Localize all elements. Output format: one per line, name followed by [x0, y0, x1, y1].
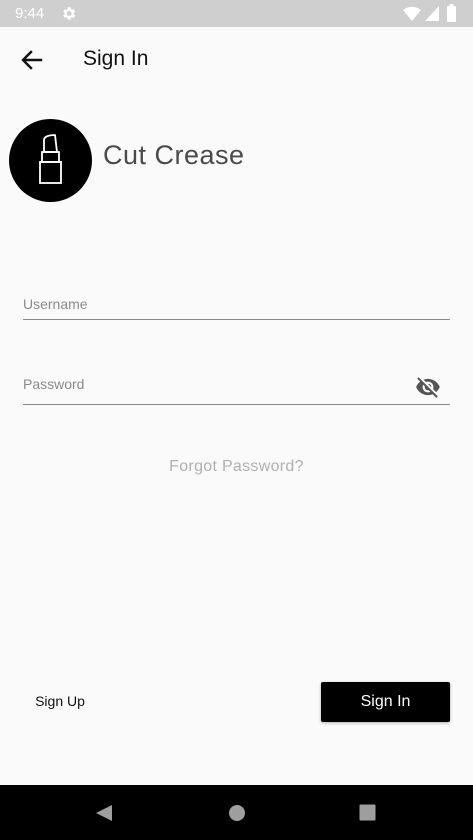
- square-recents-icon[interactable]: [359, 804, 376, 821]
- system-nav-bar: [0, 785, 473, 840]
- triangle-back-icon[interactable]: [95, 804, 113, 822]
- password-visibility-toggle[interactable]: [414, 374, 442, 400]
- battery-icon: [447, 4, 456, 22]
- page-title: Sign In: [83, 47, 149, 70]
- status-time: 9:44: [15, 5, 45, 22]
- gear-icon: [63, 7, 76, 20]
- sign-in-button[interactable]: Sign In: [321, 682, 450, 722]
- username-field: [23, 292, 450, 320]
- eye-off-icon: [416, 377, 440, 398]
- arrow-left-icon: [21, 50, 43, 70]
- password-input[interactable]: [23, 376, 403, 392]
- sign-in-screen: 9:44 Sign In Cut Crease Username Forgot …: [0, 0, 473, 840]
- circle-home-icon[interactable]: [228, 804, 246, 822]
- lipstick-icon: [39, 134, 62, 184]
- forgot-password-link[interactable]: Forgot Password?: [0, 458, 473, 476]
- wifi-icon: [403, 6, 421, 21]
- brand-name: Cut Crease: [103, 140, 245, 170]
- signal-icon: [425, 6, 439, 21]
- back-button[interactable]: [14, 44, 50, 76]
- sign-up-button[interactable]: Sign Up: [28, 689, 92, 713]
- status-bar: 9:44: [0, 0, 473, 27]
- username-input[interactable]: [23, 296, 403, 312]
- password-field: [23, 372, 450, 405]
- brand-logo: [9, 119, 92, 202]
